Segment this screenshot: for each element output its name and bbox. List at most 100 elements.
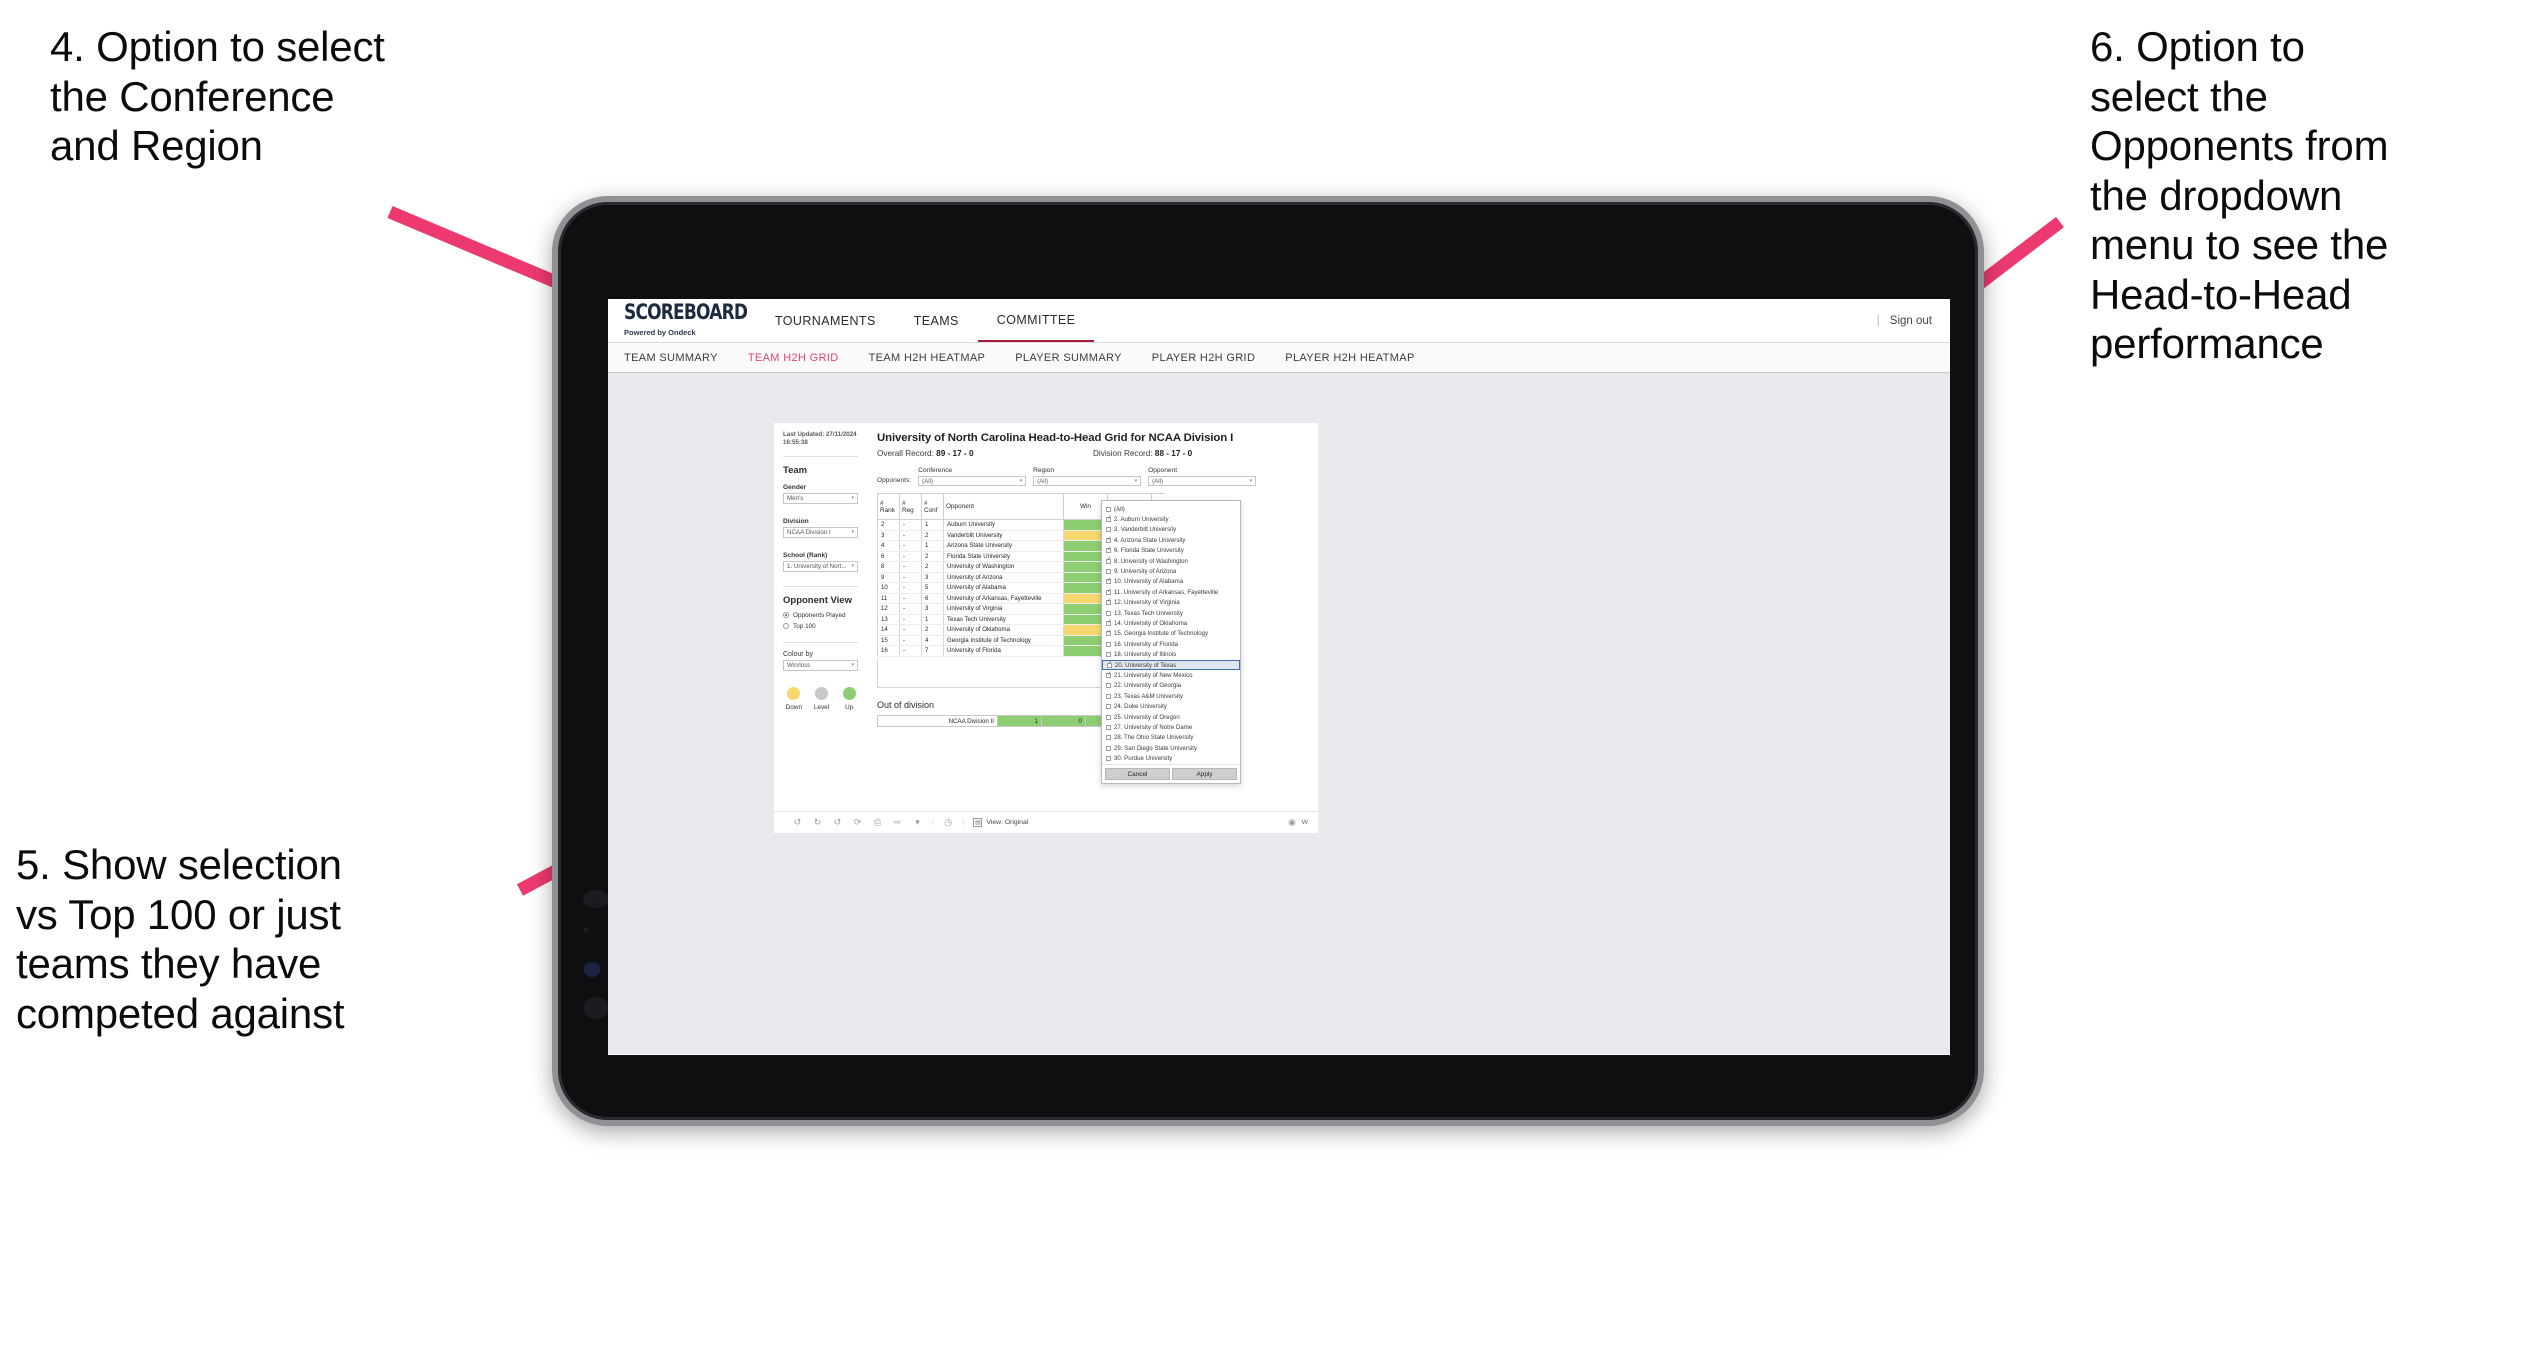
- subnav-item-player-h2h-heatmap[interactable]: PLAYER H2H HEATMAP: [1285, 352, 1414, 364]
- opponent-option[interactable]: 22. University of Georgia: [1102, 681, 1240, 691]
- checkbox-icon[interactable]: [1106, 516, 1112, 523]
- division-record: Division Record: 88 - 17 - 0: [1093, 449, 1309, 458]
- checkbox-icon[interactable]: [1106, 672, 1112, 678]
- opponent-option-list[interactable]: (All) 2. Auburn University 3. Vanderbilt U…: [1102, 501, 1240, 764]
- school-rank-select[interactable]: 1. University of Nort... ▾: [783, 560, 858, 572]
- view-icon: ▤: [973, 818, 983, 827]
- opponent-option[interactable]: 13. Texas Tech University: [1102, 608, 1240, 618]
- radio-opponents-played[interactable]: Opponents Played: [783, 612, 858, 619]
- checkbox-icon[interactable]: [1106, 506, 1111, 512]
- checkbox-icon[interactable]: [1106, 756, 1111, 762]
- sign-out-link[interactable]: Sign out: [1890, 315, 1932, 327]
- opponent-option[interactable]: 8. University of Washington: [1102, 556, 1240, 566]
- checkbox-icon[interactable]: [1106, 641, 1111, 647]
- redo-icon[interactable]: ↻: [812, 817, 823, 828]
- opponent-option[interactable]: 20. University of Texas: [1102, 659, 1240, 671]
- opponent-option-label: 27. University of Notre Dame: [1114, 723, 1193, 731]
- cell-opponent: University of Alabama: [943, 582, 1064, 594]
- view-original-button[interactable]: ▤ View: Original: [973, 818, 1028, 827]
- checkbox-icon[interactable]: [1106, 745, 1111, 751]
- opponent-option[interactable]: 29. San Diego State University: [1102, 743, 1240, 753]
- checkbox-icon[interactable]: [1106, 537, 1112, 543]
- share-icon[interactable]: ⇨: [892, 817, 903, 828]
- revert-icon[interactable]: ↺: [832, 817, 843, 828]
- checkbox-icon[interactable]: [1106, 735, 1111, 741]
- checkbox-icon[interactable]: [1106, 527, 1111, 533]
- apply-button[interactable]: Apply: [1172, 768, 1237, 780]
- opponent-option[interactable]: 10. University of Alabama: [1102, 577, 1240, 587]
- checkbox-icon[interactable]: [1106, 714, 1111, 720]
- subnav-item-team-h2h-heatmap[interactable]: TEAM H2H HEATMAP: [869, 352, 986, 364]
- opponent-option[interactable]: 6. Florida State University: [1102, 546, 1240, 556]
- pause-icon[interactable]: ⎙: [872, 817, 883, 828]
- checkbox-icon[interactable]: [1106, 620, 1112, 626]
- opponent-option[interactable]: 27. University of Notre Dame: [1102, 722, 1240, 732]
- opponent-option[interactable]: 24. Duke University: [1102, 701, 1240, 711]
- opponent-option[interactable]: 12. University of Virginia: [1102, 598, 1240, 608]
- opponent-option-label: 29. San Diego State University: [1114, 744, 1197, 752]
- opponent-option[interactable]: 23. Texas A&M University: [1102, 691, 1240, 701]
- region-select[interactable]: (All) ▾: [1033, 476, 1142, 486]
- opponent-option[interactable]: 28. The Ohio State University: [1102, 733, 1240, 743]
- subnav-item-player-h2h-grid[interactable]: PLAYER H2H GRID: [1152, 352, 1255, 364]
- cell-opponent: University of Oklahoma: [943, 624, 1064, 636]
- subnav-item-team-h2h-grid[interactable]: TEAM H2H GRID: [748, 352, 839, 364]
- checkbox-icon[interactable]: [1106, 569, 1111, 575]
- checkbox-icon[interactable]: [1106, 589, 1112, 595]
- checkbox-icon[interactable]: [1106, 630, 1112, 637]
- checkbox-icon[interactable]: [1106, 683, 1111, 689]
- conference-select[interactable]: (All) ▾: [918, 476, 1027, 486]
- subnav-item-player-summary[interactable]: PLAYER SUMMARY: [1015, 352, 1122, 364]
- checkbox-icon[interactable]: [1106, 599, 1112, 606]
- opponent-option[interactable]: 4. Arizona State University: [1102, 535, 1240, 545]
- checkbox-icon[interactable]: [1107, 661, 1113, 668]
- checkbox-icon[interactable]: [1106, 578, 1112, 585]
- refresh-icon[interactable]: ⟳: [852, 817, 863, 828]
- opponent-select[interactable]: (All) ▾: [1148, 476, 1257, 486]
- checkbox-icon[interactable]: [1106, 693, 1111, 699]
- opponent-option[interactable]: 2. Auburn University: [1102, 514, 1240, 524]
- opponent-option[interactable]: 9. University of Arizona: [1102, 566, 1240, 576]
- opponent-option[interactable]: 25. University of Oregon: [1102, 712, 1240, 722]
- undo-icon[interactable]: ↺: [792, 817, 803, 828]
- checkbox-icon[interactable]: [1106, 724, 1111, 730]
- gender-select[interactable]: Men's ▾: [783, 492, 858, 504]
- colour-by-value: Win/loss: [787, 661, 811, 669]
- topnav-teams[interactable]: TEAMS: [895, 299, 978, 342]
- opponent-dropdown-panel[interactable]: (All) 2. Auburn University 3. Vanderbilt U…: [1101, 500, 1241, 784]
- legend-label-up: Up: [845, 703, 854, 711]
- division-select[interactable]: NCAA Division I ▾: [783, 526, 858, 538]
- topnav-tournaments[interactable]: TOURNAMENTS: [756, 299, 895, 342]
- opponent-option[interactable]: 15. Georgia Institute of Technology: [1102, 629, 1240, 639]
- out-of-division-title: Out of division: [877, 700, 935, 710]
- opponent-option[interactable]: 16. University of Florida: [1102, 639, 1240, 649]
- opponent-option[interactable]: 14. University of Oklahoma: [1102, 618, 1240, 628]
- checkbox-icon[interactable]: [1106, 557, 1112, 564]
- opponent-option[interactable]: 3. Vanderbilt University: [1102, 525, 1240, 535]
- chevron-down-icon: ▾: [851, 662, 854, 669]
- cell-rank: 2: [877, 519, 900, 531]
- topnav-committee[interactable]: COMMITTEE: [977, 299, 1095, 342]
- checkbox-icon[interactable]: [1106, 652, 1111, 658]
- app-logo[interactable]: SCOREBOARD Powered by Ondeck: [608, 299, 756, 342]
- last-updated-time: 16:55:38: [783, 439, 808, 447]
- checkbox-icon[interactable]: [1106, 704, 1111, 710]
- radio-top-100[interactable]: Top 100: [783, 623, 858, 630]
- opponent-option[interactable]: 11. University of Arkansas, Fayetteville: [1102, 587, 1240, 597]
- opponent-option[interactable]: 30. Purdue University: [1102, 753, 1240, 763]
- checkbox-icon[interactable]: [1106, 610, 1111, 616]
- cell-rank: 4: [877, 540, 900, 552]
- opponent-option[interactable]: (All): [1102, 504, 1240, 514]
- cell-conf: 1: [921, 613, 944, 625]
- opponent-option[interactable]: 18. University of Illinois: [1102, 649, 1240, 659]
- legend-item-level: Level: [813, 686, 831, 711]
- checkbox-icon[interactable]: [1106, 547, 1112, 554]
- eye-icon[interactable]: ◉: [1287, 817, 1298, 828]
- chevron-down-icon[interactable]: ▾: [912, 817, 923, 828]
- clock-icon[interactable]: ◷: [943, 817, 954, 828]
- cancel-button[interactable]: Cancel: [1105, 768, 1170, 780]
- subnav-item-team-summary[interactable]: TEAM SUMMARY: [624, 352, 718, 364]
- colour-by-select[interactable]: Win/loss ▾: [783, 659, 858, 671]
- opponent-option[interactable]: 21. University of New Mexico: [1102, 670, 1240, 680]
- cell-conf: 7: [921, 645, 944, 657]
